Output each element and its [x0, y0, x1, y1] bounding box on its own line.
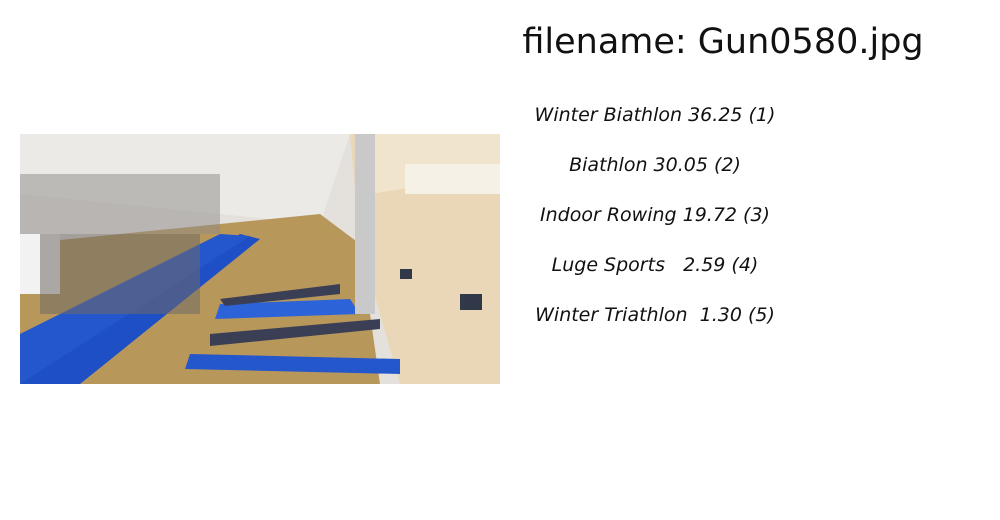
shooting-range-image [20, 134, 500, 384]
prediction-5: Winter Triathlon 1.30 (5) [535, 304, 775, 326]
prediction-2: Biathlon 30.05 (2) [569, 154, 741, 176]
prediction-1: Winter Biathlon 36.25 (1) [534, 104, 776, 126]
prediction-3: Indoor Rowing 19.72 (3) [540, 204, 770, 226]
prediction-4: Luge Sports 2.59 (4) [551, 254, 759, 276]
filename-title: filename: Gun0580.jpg [522, 22, 924, 62]
photo [20, 134, 500, 384]
